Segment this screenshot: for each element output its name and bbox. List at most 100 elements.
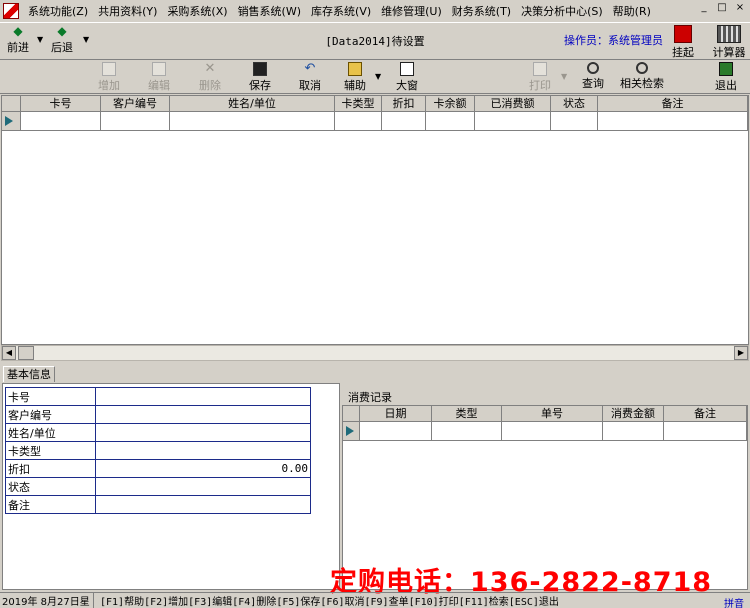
window-icon: [400, 62, 414, 76]
column-header[interactable]: 状态: [551, 96, 598, 111]
scroll-thumb[interactable]: [18, 346, 34, 360]
table-row[interactable]: [343, 422, 747, 441]
remark-field[interactable]: [95, 495, 311, 514]
horizontal-scrollbar[interactable]: ◀ ▶: [1, 345, 749, 361]
grid-cell[interactable]: [598, 112, 748, 130]
form-label: 折扣: [5, 459, 96, 478]
big-window-button[interactable]: 大窗: [386, 62, 428, 93]
status-bar: 2019年 8月27日星 [F1]帮助[F2]增加[F3]编辑[F4]删除[F5…: [0, 592, 750, 608]
name-unit-field[interactable]: [95, 423, 311, 442]
forward-button[interactable]: ◆ 前进: [0, 25, 38, 55]
form-label: 卡类型: [5, 441, 96, 460]
status-date[interactable]: 2019年 8月27日星: [0, 593, 94, 608]
grid-cell[interactable]: [170, 112, 335, 130]
grid-cell[interactable]: [664, 422, 747, 440]
add-icon: [102, 62, 116, 76]
form-row: 折扣 0.00: [5, 459, 311, 478]
basic-info-form: 卡号 客户编号 姓名/单位 卡类型 折扣 0.00 状态 备注: [5, 387, 311, 514]
print-button[interactable]: 打印: [519, 62, 561, 93]
column-header[interactable]: 卡号: [21, 96, 101, 111]
calculator-button[interactable]: 计算器: [706, 25, 750, 60]
query-button[interactable]: 查询: [572, 62, 614, 91]
status-field[interactable]: [95, 477, 311, 496]
card-grid[interactable]: 卡号 客户编号 姓名/单位 卡类型 折扣 卡余额 已消费额 状态 备注: [1, 95, 749, 345]
assist-button[interactable]: 辅助: [334, 62, 376, 93]
grid-cell[interactable]: [21, 112, 101, 130]
column-header[interactable]: 客户编号: [101, 96, 170, 111]
assist-dropdown-icon[interactable]: ▼: [375, 72, 381, 81]
undo-icon: ↶: [304, 61, 316, 76]
menu-purchase[interactable]: 采购系统(X): [162, 3, 232, 19]
grid-cell[interactable]: [426, 112, 475, 130]
minimize-button[interactable]: _: [696, 2, 712, 16]
menu-repair[interactable]: 维修管理(U): [376, 3, 447, 19]
print-dropdown-icon[interactable]: ▼: [561, 72, 567, 81]
menu-shared-data[interactable]: 共用资料(Y): [93, 3, 162, 19]
form-row: 姓名/单位: [5, 423, 311, 442]
related-search-button[interactable]: 相关检索: [612, 62, 672, 91]
column-header[interactable]: 备注: [598, 96, 748, 111]
restore-button[interactable]: □: [714, 2, 730, 16]
save-button[interactable]: 保存: [239, 62, 281, 93]
save-icon: [253, 62, 267, 76]
column-header[interactable]: 姓名/单位: [170, 96, 335, 111]
basic-info-panel: 卡号 客户编号 姓名/单位 卡类型 折扣 0.00 状态 备注: [2, 383, 340, 590]
back-dropdown-icon[interactable]: ▼: [83, 35, 89, 44]
magnifier-icon: [587, 62, 599, 74]
row-indicator-header: [2, 96, 21, 111]
column-header[interactable]: 日期: [360, 406, 432, 421]
menu-finance[interactable]: 财务系统(T): [447, 3, 516, 19]
grid-cell[interactable]: [101, 112, 170, 130]
shortcut-hints: [F1]帮助[F2]增加[F3]编辑[F4]删除[F5]保存[F6]取消[F9]…: [100, 597, 559, 608]
menu-system[interactable]: 系统功能(Z): [23, 3, 93, 19]
delete-button[interactable]: ✕ 删除: [189, 62, 231, 93]
grid-cell[interactable]: [475, 112, 551, 130]
back-button[interactable]: ◆ 后退: [42, 25, 82, 55]
column-header[interactable]: 单号: [502, 406, 603, 421]
form-label: 状态: [5, 477, 96, 496]
add-button[interactable]: 增加: [88, 62, 130, 93]
column-header[interactable]: 类型: [432, 406, 502, 421]
row-indicator-header: [343, 406, 360, 421]
column-header[interactable]: 消费金额: [603, 406, 664, 421]
column-header[interactable]: 卡余额: [426, 96, 475, 111]
grid-cell[interactable]: [603, 422, 664, 440]
scroll-right-icon[interactable]: ▶: [734, 346, 748, 360]
hold-icon: [674, 25, 692, 43]
grid-cell[interactable]: [502, 422, 603, 440]
toolbar: 增加 编辑 ✕ 删除 保存 ↶ 取消 辅助 ▼ 大窗 打印 ▼ 查询 相关检索 …: [0, 60, 750, 94]
column-header[interactable]: 已消费额: [475, 96, 551, 111]
consume-records-title: 消费记录: [348, 391, 392, 404]
grid-cell[interactable]: [360, 422, 432, 440]
menu-bar: 系统功能(Z) 共用资料(Y) 采购系统(X) 销售系统(W) 库存系统(V) …: [0, 0, 750, 22]
form-label: 卡号: [5, 387, 96, 406]
menu-help[interactable]: 帮助(R): [608, 3, 656, 19]
grid-header: 卡号 客户编号 姓名/单位 卡类型 折扣 卡余额 已消费额 状态 备注: [2, 96, 748, 112]
grid-cell[interactable]: [551, 112, 598, 130]
column-header[interactable]: 卡类型: [335, 96, 382, 111]
column-header[interactable]: 备注: [664, 406, 747, 421]
menu-inventory[interactable]: 库存系统(V): [306, 3, 376, 19]
exit-button[interactable]: 退出: [705, 62, 747, 93]
customer-id-field[interactable]: [95, 405, 311, 424]
menu-decision[interactable]: 决策分析中心(S): [516, 3, 608, 19]
app-icon: [3, 3, 19, 19]
table-row[interactable]: [2, 112, 748, 131]
hold-button[interactable]: 挂起: [660, 25, 706, 60]
grid-cell[interactable]: [432, 422, 502, 440]
database-title: [Data2014]待设置: [325, 35, 425, 48]
column-header[interactable]: 折扣: [382, 96, 426, 111]
close-button[interactable]: ×: [732, 2, 748, 16]
discount-field[interactable]: 0.00: [95, 459, 311, 478]
grid-cell[interactable]: [382, 112, 426, 130]
folder-icon: [348, 62, 362, 76]
card-type-field[interactable]: [95, 441, 311, 460]
cancel-button[interactable]: ↶ 取消: [289, 62, 331, 93]
card-number-field[interactable]: [95, 387, 311, 406]
menu-sales[interactable]: 销售系统(W): [233, 3, 306, 19]
scroll-left-icon[interactable]: ◀: [2, 346, 16, 360]
edit-button[interactable]: 编辑: [138, 62, 180, 93]
operator-label: 操作员：系统管理员: [564, 34, 663, 47]
tab-basic-info[interactable]: 基本信息: [3, 366, 55, 382]
grid-cell[interactable]: [335, 112, 382, 130]
